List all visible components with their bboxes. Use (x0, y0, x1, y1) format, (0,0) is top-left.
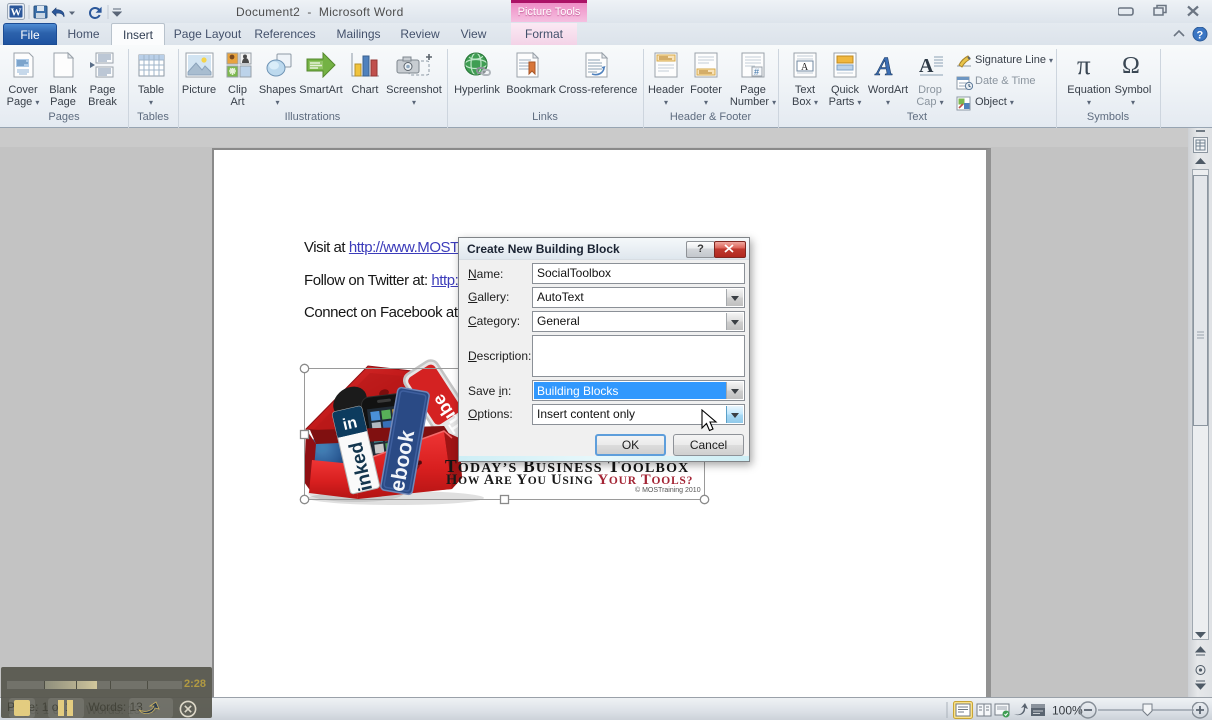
svg-text:100%: 100% (1052, 704, 1083, 718)
svg-text:A: A (874, 52, 893, 78)
svg-text:#: # (754, 67, 759, 77)
svg-text:W: W (11, 7, 22, 19)
svg-text:A: A (801, 62, 809, 73)
svg-text:Ω: Ω (1122, 53, 1140, 77)
svg-text:?: ? (1197, 30, 1204, 42)
svg-text:π: π (1077, 53, 1091, 77)
svg-text:A: A (919, 55, 934, 77)
